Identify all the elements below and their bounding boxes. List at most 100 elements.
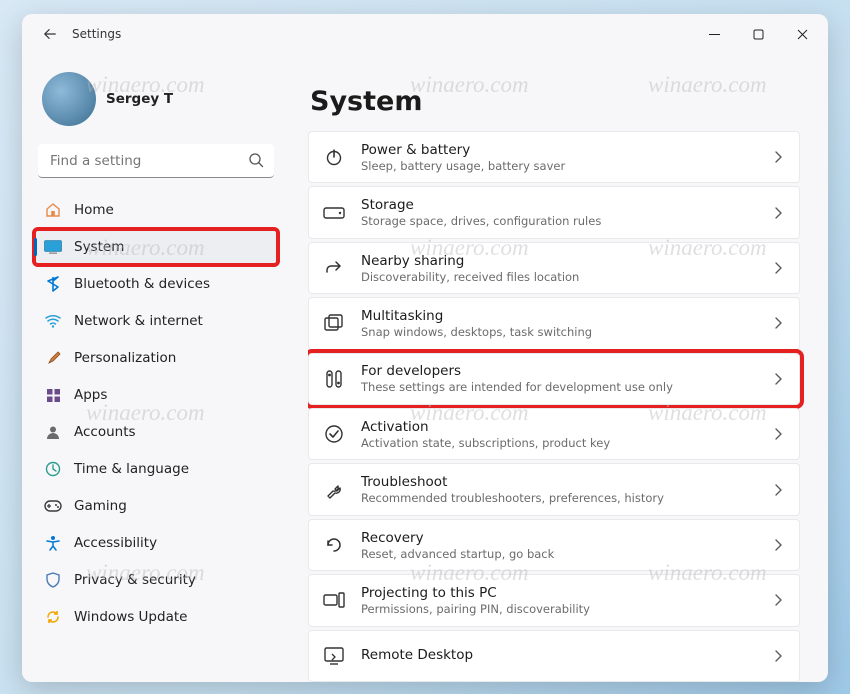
sidebar-item-label: Network & internet <box>74 313 203 329</box>
card-subtitle: Discoverability, received files location <box>361 270 757 284</box>
sidebar-item-accounts[interactable]: Accounts <box>34 414 278 450</box>
sidebar-item-accessibility[interactable]: Accessibility <box>34 525 278 561</box>
sidebar-item-label: Bluetooth & devices <box>74 276 210 292</box>
sidebar-item-label: Accounts <box>74 424 136 440</box>
settings-list[interactable]: Power & battery Sleep, battery usage, ba… <box>308 131 804 682</box>
troubleshoot-icon <box>323 479 345 501</box>
card-title: For developers <box>361 363 757 379</box>
sidebar-item-home[interactable]: Home <box>34 192 278 228</box>
card-title: Remote Desktop <box>361 647 757 663</box>
sidebar-item-system[interactable]: System <box>34 229 278 265</box>
sidebar-item-windows-update[interactable]: Windows Update <box>34 599 278 635</box>
activation-icon <box>323 423 345 445</box>
card-title: Projecting to this PC <box>361 585 757 601</box>
dev-icon <box>323 368 345 390</box>
main-panel: System Power & battery Sleep, battery us… <box>284 54 828 682</box>
sidebar-item-bluetooth-devices[interactable]: Bluetooth & devices <box>34 266 278 302</box>
card-subtitle: Reset, advanced startup, go back <box>361 547 757 561</box>
sidebar-item-label: Time & language <box>74 461 189 477</box>
card-subtitle: Recommended troubleshooters, preferences… <box>361 491 757 505</box>
settings-card-nearby-sharing[interactable]: Nearby sharing Discoverability, received… <box>308 242 800 294</box>
sidebar-item-label: Windows Update <box>74 609 187 625</box>
card-title: Nearby sharing <box>361 253 757 269</box>
sidebar-item-label: System <box>74 239 124 255</box>
card-title: Troubleshoot <box>361 474 757 490</box>
home-icon <box>44 201 62 219</box>
card-title: Recovery <box>361 530 757 546</box>
remote-icon <box>323 645 345 667</box>
sidebar-item-label: Gaming <box>74 498 127 514</box>
chevron-right-icon <box>773 649 783 663</box>
sidebar-item-label: Apps <box>74 387 107 403</box>
card-subtitle: These settings are intended for developm… <box>361 380 757 394</box>
settings-card-projecting-to-this-pc[interactable]: Projecting to this PC Permissions, pairi… <box>308 574 800 626</box>
settings-card-storage[interactable]: Storage Storage space, drives, configura… <box>308 186 800 238</box>
settings-card-multitasking[interactable]: Multitasking Snap windows, desktops, tas… <box>308 297 800 349</box>
chevron-right-icon <box>773 538 783 552</box>
system-icon <box>44 238 62 256</box>
accounts-icon <box>44 423 62 441</box>
recovery-icon <box>323 534 345 556</box>
time-icon <box>44 460 62 478</box>
page-title: System <box>310 86 804 117</box>
card-title: Activation <box>361 419 757 435</box>
chevron-right-icon <box>773 261 783 275</box>
sidebar: Sergey T Home System Bluetooth & devices Ne… <box>22 54 284 682</box>
multitask-icon <box>323 312 345 334</box>
user-name: Sergey T <box>106 91 173 107</box>
card-title: Power & battery <box>361 142 757 158</box>
sidebar-item-label: Accessibility <box>74 535 157 551</box>
sidebar-item-privacy-security[interactable]: Privacy & security <box>34 562 278 598</box>
card-title: Multitasking <box>361 308 757 324</box>
chevron-right-icon <box>773 372 783 386</box>
accessibility-icon <box>44 534 62 552</box>
chevron-right-icon <box>773 427 783 441</box>
app-title: Settings <box>72 27 121 41</box>
sidebar-item-time-language[interactable]: Time & language <box>34 451 278 487</box>
sidebar-item-personalization[interactable]: Personalization <box>34 340 278 376</box>
settings-card-recovery[interactable]: Recovery Reset, advanced startup, go bac… <box>308 519 800 571</box>
gaming-icon <box>44 497 62 515</box>
privacy-icon <box>44 571 62 589</box>
sidebar-item-network-internet[interactable]: Network & internet <box>34 303 278 339</box>
avatar <box>42 72 96 126</box>
settings-card-activation[interactable]: Activation Activation state, subscriptio… <box>308 408 800 460</box>
settings-card-power-battery[interactable]: Power & battery Sleep, battery usage, ba… <box>308 131 800 183</box>
network-icon <box>44 312 62 330</box>
bluetooth-icon <box>44 275 62 293</box>
back-button[interactable] <box>34 18 66 50</box>
chevron-right-icon <box>773 593 783 607</box>
share-icon <box>323 257 345 279</box>
search-input[interactable] <box>38 144 274 178</box>
maximize-icon <box>753 29 764 40</box>
back-arrow-icon <box>43 27 57 41</box>
chevron-right-icon <box>773 206 783 220</box>
apps-icon <box>44 386 62 404</box>
card-subtitle: Permissions, pairing PIN, discoverabilit… <box>361 602 757 616</box>
profile[interactable]: Sergey T <box>28 60 284 144</box>
minimize-button[interactable] <box>692 18 736 50</box>
settings-card-for-developers[interactable]: For developers These settings are intend… <box>308 353 800 405</box>
sidebar-item-label: Privacy & security <box>74 572 196 588</box>
card-subtitle: Snap windows, desktops, task switching <box>361 325 757 339</box>
sidebar-item-apps[interactable]: Apps <box>34 377 278 413</box>
close-button[interactable] <box>780 18 824 50</box>
chevron-right-icon <box>773 316 783 330</box>
search-icon <box>248 152 264 168</box>
card-subtitle: Sleep, battery usage, battery saver <box>361 159 757 173</box>
sidebar-item-gaming[interactable]: Gaming <box>34 488 278 524</box>
power-icon <box>323 146 345 168</box>
close-icon <box>797 29 808 40</box>
card-subtitle: Activation state, subscriptions, product… <box>361 436 757 450</box>
titlebar: Settings <box>22 14 828 54</box>
settings-window: Settings Sergey T HomeSystemBluetooth <box>22 14 828 682</box>
storage-icon <box>323 202 345 224</box>
brush-icon <box>44 349 62 367</box>
settings-card-remote-desktop[interactable]: Remote Desktop <box>308 630 800 682</box>
card-subtitle: Storage space, drives, configuration rul… <box>361 214 757 228</box>
settings-card-troubleshoot[interactable]: Troubleshoot Recommended troubleshooters… <box>308 463 800 515</box>
chevron-right-icon <box>773 483 783 497</box>
project-icon <box>323 589 345 611</box>
sidebar-item-label: Home <box>74 202 114 218</box>
maximize-button[interactable] <box>736 18 780 50</box>
